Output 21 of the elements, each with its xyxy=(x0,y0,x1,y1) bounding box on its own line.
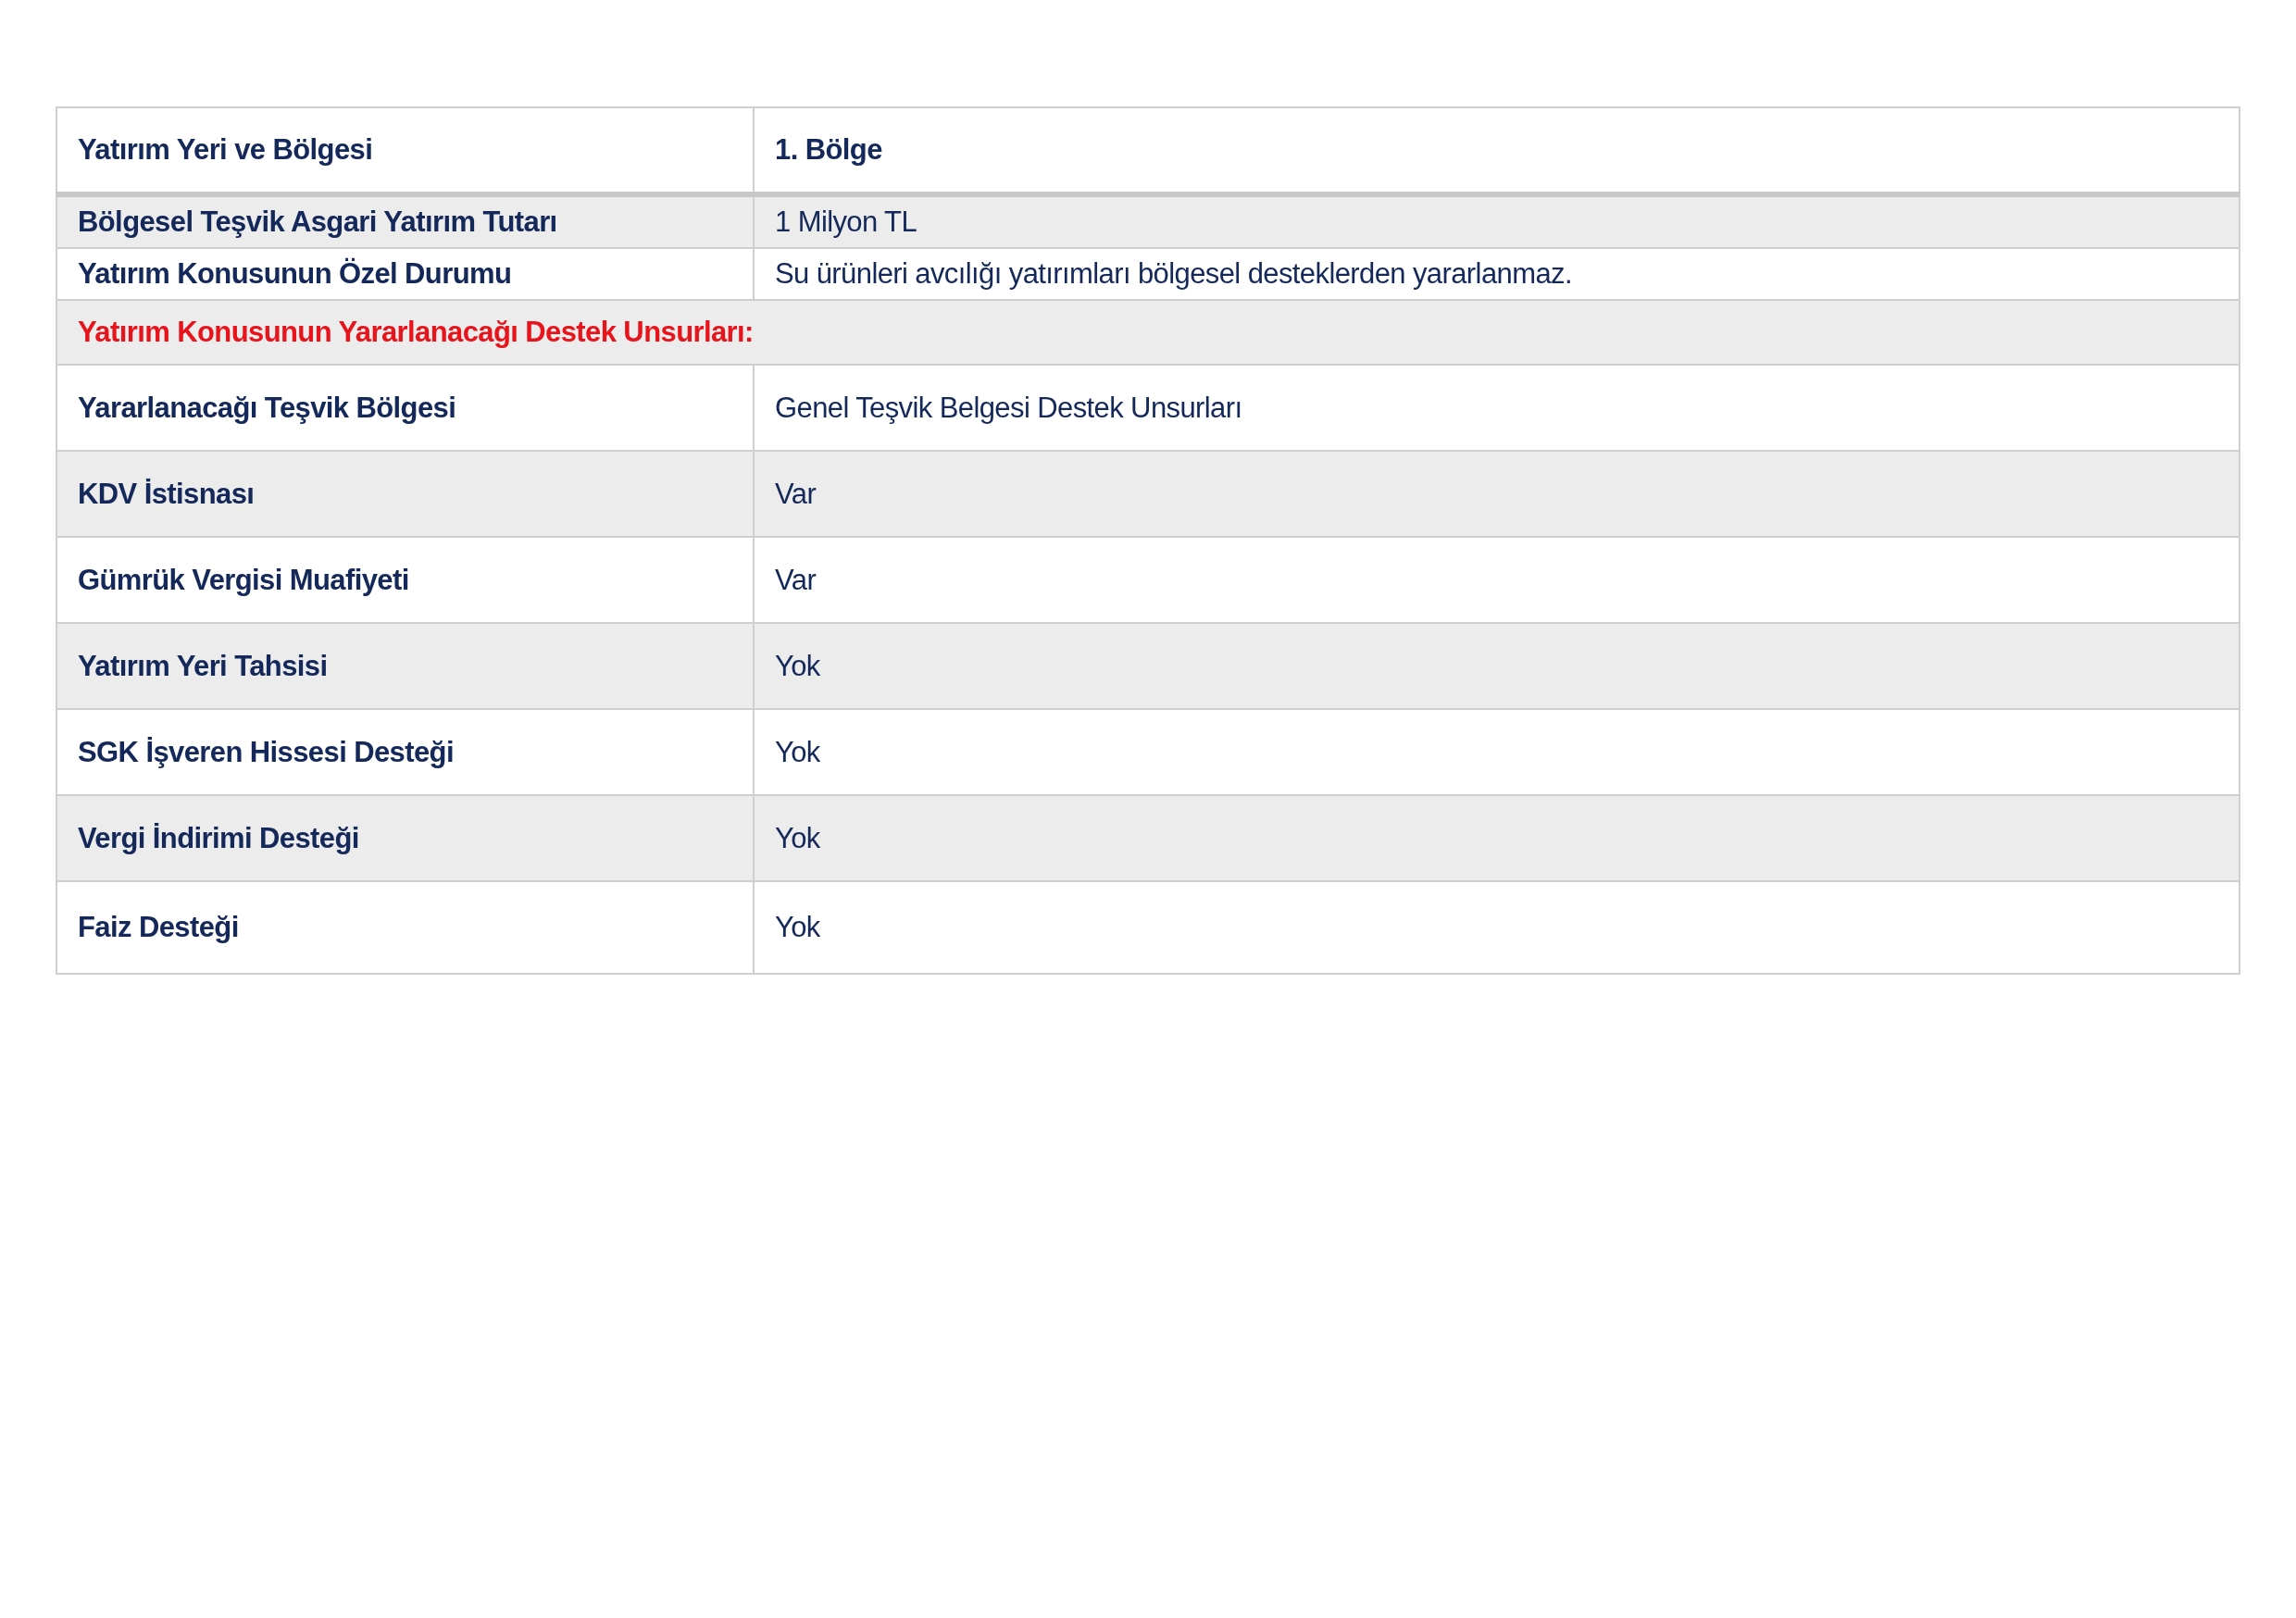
row-value: Yok xyxy=(775,649,820,682)
row-value: Var xyxy=(775,563,817,596)
row-label: Vergi İndirimi Desteği xyxy=(78,821,359,854)
row-value: Yok xyxy=(775,821,820,854)
row-label: Yatırım Yeri ve Bölgesi xyxy=(78,133,373,166)
row-value: Su ürünleri avcılığı yatırımları bölgesel desteklerden yararlanmaz. xyxy=(775,257,1572,290)
row-label: Gümrük Vergisi Muafiyeti xyxy=(78,563,409,596)
row-value: Var xyxy=(775,477,817,510)
row-label: SGK İşveren Hissesi Desteği xyxy=(78,735,454,768)
section-heading: Yatırım Konusunun Yararlanacağı Destek Unsurları: xyxy=(78,316,754,348)
row-value: Yok xyxy=(775,735,820,768)
row-label: Faiz Desteği xyxy=(78,911,239,943)
row-label: KDV İstisnası xyxy=(78,477,255,510)
row-value: Genel Teşvik Belgesi Destek Unsurları xyxy=(775,391,1242,424)
row-label: Yararlanacağı Teşvik Bölgesi xyxy=(78,391,456,424)
row-label: Yatırım Yeri Tahsisi xyxy=(78,649,328,682)
row-value: Yok xyxy=(775,911,820,943)
row-label: Yatırım Konusunun Özel Durumu xyxy=(78,257,512,290)
row-label: Bölgesel Teşvik Asgari Yatırım Tutarı xyxy=(78,205,557,238)
row-value: 1 Milyon TL xyxy=(775,205,917,238)
row-value: 1. Bölge xyxy=(775,133,882,166)
